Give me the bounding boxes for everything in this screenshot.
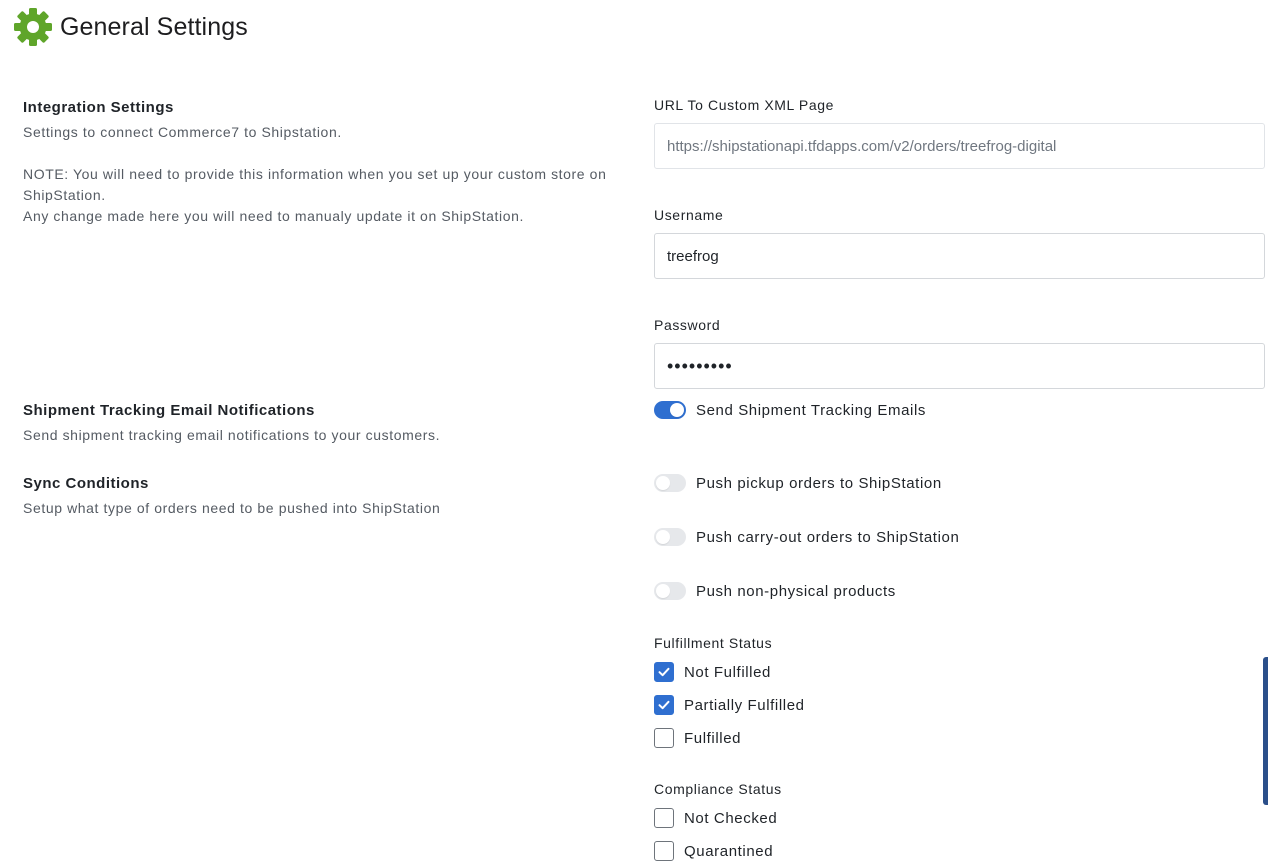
push-nonphysical-toggle-label: Push non-physical products (696, 582, 896, 600)
fulfillment-not-fulfilled-option[interactable]: Not Fulfilled (654, 661, 771, 683)
toggle-knob (670, 403, 684, 417)
tracking-email-toggle[interactable] (654, 401, 686, 419)
url-label: URL To Custom XML Page (654, 97, 834, 113)
quarantined-checkbox[interactable] (654, 841, 674, 861)
tracking-settings-info: Shipment Tracking Email Notifications Se… (23, 402, 623, 446)
push-pickup-toggle-row[interactable]: Push pickup orders to ShipStation (654, 472, 942, 494)
integration-note-line2: Any change made here you will need to ma… (23, 208, 525, 224)
push-carryout-toggle-row[interactable]: Push carry-out orders to ShipStation (654, 526, 959, 548)
tracking-settings-title: Shipment Tracking Email Notifications (23, 402, 315, 419)
integration-settings-description: Settings to connect Commerce7 to Shipsta… (23, 124, 342, 140)
username-label: Username (654, 207, 724, 223)
password-field[interactable] (654, 343, 1265, 389)
not-checked-label: Not Checked (684, 809, 778, 827)
toggle-knob (656, 476, 670, 490)
not-fulfilled-label: Not Fulfilled (684, 663, 771, 681)
fulfillment-partially-fulfilled-option[interactable]: Partially Fulfilled (654, 694, 805, 716)
tracking-settings-description: Send shipment tracking email notificatio… (23, 427, 441, 443)
partially-fulfilled-checkbox[interactable] (654, 695, 674, 715)
fulfillment-status-title: Fulfillment Status (654, 635, 773, 651)
integration-note-line1: NOTE: You will need to provide this info… (23, 166, 607, 203)
push-nonphysical-toggle[interactable] (654, 582, 686, 600)
fulfilled-checkbox[interactable] (654, 728, 674, 748)
sync-conditions-description: Setup what type of orders need to be pus… (23, 500, 441, 516)
username-field[interactable] (654, 233, 1265, 279)
url-field[interactable] (654, 123, 1265, 169)
fulfillment-fulfilled-option[interactable]: Fulfilled (654, 727, 741, 749)
not-fulfilled-checkbox[interactable] (654, 662, 674, 682)
push-carryout-toggle-label: Push carry-out orders to ShipStation (696, 528, 960, 546)
password-label: Password (654, 317, 721, 333)
gear-icon (14, 8, 52, 46)
sync-conditions-info: Sync Conditions Setup what type of order… (23, 475, 623, 519)
push-carryout-toggle[interactable] (654, 528, 686, 546)
quarantined-label: Quarantined (684, 842, 774, 860)
compliance-status-title: Compliance Status (654, 781, 782, 797)
page-header: General Settings (12, 7, 248, 47)
partially-fulfilled-label: Partially Fulfilled (684, 696, 805, 714)
push-pickup-toggle[interactable] (654, 474, 686, 492)
toggle-knob (656, 530, 670, 544)
not-checked-checkbox[interactable] (654, 808, 674, 828)
compliance-quarantined-option[interactable]: Quarantined (654, 840, 773, 862)
check-icon (658, 700, 670, 710)
fulfilled-label: Fulfilled (684, 729, 742, 747)
sync-conditions-title: Sync Conditions (23, 475, 149, 492)
push-pickup-toggle-label: Push pickup orders to ShipStation (696, 474, 942, 492)
tracking-email-toggle-label: Send Shipment Tracking Emails (696, 401, 926, 419)
check-icon (658, 667, 670, 677)
integration-settings-info: Integration Settings Settings to connect… (23, 99, 623, 227)
integration-settings-form: URL To Custom XML Page Username Password (654, 97, 1265, 389)
integration-settings-title: Integration Settings (23, 99, 174, 116)
page-title: General Settings (60, 12, 248, 41)
tracking-email-toggle-row[interactable]: Send Shipment Tracking Emails (654, 399, 926, 421)
push-nonphysical-toggle-row[interactable]: Push non-physical products (654, 580, 896, 602)
integration-note: NOTE: You will need to provide this info… (23, 164, 623, 227)
side-panel-tab[interactable] (1263, 657, 1268, 805)
toggle-knob (656, 584, 670, 598)
compliance-not-checked-option[interactable]: Not Checked (654, 807, 777, 829)
